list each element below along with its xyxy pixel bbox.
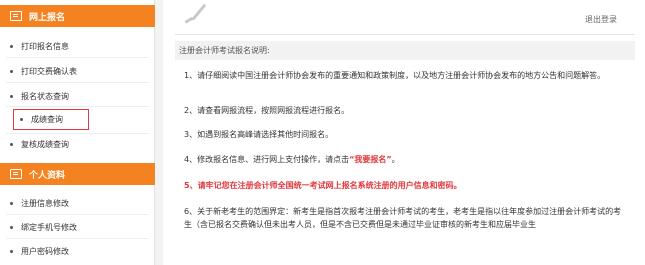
- section-title: 个人资料: [29, 170, 66, 181]
- sidebar-item-registration-status[interactable]: 报名状态查询: [10, 87, 150, 105]
- main-panel: 退出登录 注册会计师考试报名说明: 1、请仔细阅读中国注册会计师协会发布的重要通…: [163, 0, 645, 265]
- divider: [6, 238, 149, 239]
- divider: [6, 57, 149, 58]
- notice-item-5-warning: 5、请牢记您在注册会计师全国统一考试网上报名系统注册的用户信息和密码。: [184, 181, 462, 190]
- sidebar-section-online-registration[interactable]: 网上报名: [0, 5, 155, 27]
- notice-item-2: 2、请查看网报流程，按照网报流程进行报名。: [184, 106, 350, 115]
- sidebar-item-score-review-query[interactable]: 复核成绩查询: [10, 135, 150, 153]
- sidebar-item-score-query[interactable]: 成绩查询: [13, 109, 89, 130]
- bullet-icon: [10, 201, 13, 205]
- divider: [6, 82, 149, 83]
- sidebar: 网上报名 打印报名信息 打印交费确认表 报名状态查询 成绩查询 复核成绩查询 个…: [0, 0, 155, 265]
- layout-gutter: [155, 0, 163, 265]
- notice-item-1: 1、请仔细阅读中国注册会计师协会发布的重要通知和政策制度，以及地方注册会计师协会…: [184, 71, 606, 80]
- bullet-icon: [10, 69, 13, 73]
- bullet-icon: [10, 142, 13, 146]
- sidebar-section-personal-info[interactable]: 个人资料: [0, 163, 155, 185]
- bullet-icon: [10, 249, 13, 253]
- monitor-icon: [10, 11, 22, 21]
- bullet-icon: [20, 118, 23, 121]
- divider: [6, 133, 149, 134]
- divider: [6, 106, 149, 107]
- bullet-icon: [10, 44, 13, 48]
- notice-item-4: 4、修改报名信息、进行网上支付操作，请点击“我要报名”。: [184, 155, 400, 164]
- bullet-icon: [10, 225, 13, 229]
- notice-title: 注册会计师考试报名说明:: [175, 41, 635, 60]
- register-link[interactable]: “我要报名”: [349, 155, 392, 164]
- sidebar-item-print-registration-info[interactable]: 打印报名信息: [10, 37, 150, 55]
- sidebar-item-edit-password[interactable]: 用户密码修改: [10, 242, 150, 260]
- bullet-icon: [10, 94, 13, 98]
- divider: [6, 214, 149, 215]
- notice-item-6: 6、关于新老考生的范围界定：新考生是指首次报考注册会计师考试的考生，老考生是指以…: [184, 207, 622, 229]
- divider: [175, 34, 635, 35]
- checkmark-watermark-icon: [181, 2, 212, 28]
- notice-item-3: 3、如遇到报名高峰请选择其他时间报名。: [184, 130, 334, 139]
- sidebar-item-edit-registration-info[interactable]: 注册信息修改: [10, 194, 150, 212]
- logout-link[interactable]: 退出登录: [585, 14, 617, 25]
- sidebar-item-print-payment-confirmation[interactable]: 打印交费确认表: [10, 62, 150, 80]
- profile-card-icon: [10, 169, 22, 179]
- sidebar-item-edit-bound-phone[interactable]: 绑定手机号修改: [10, 218, 150, 236]
- section-title: 网上报名: [29, 12, 66, 23]
